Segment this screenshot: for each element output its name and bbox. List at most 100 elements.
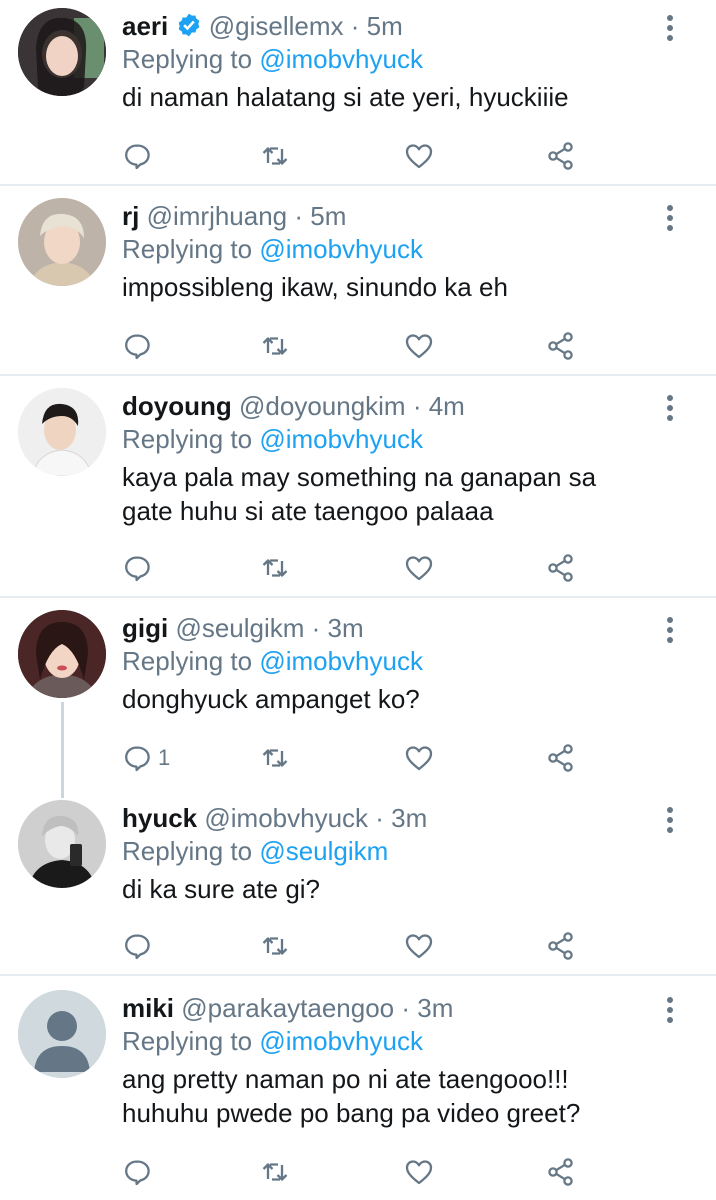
heart-icon	[405, 746, 433, 771]
tweet-text: impossibleng ikaw, sinundo ka eh	[122, 272, 508, 302]
user-handle[interactable]: @imobvhyuck	[204, 803, 368, 833]
heart-icon	[405, 144, 433, 169]
share-button[interactable]	[546, 328, 576, 364]
display-name[interactable]: gigi	[122, 613, 168, 643]
reply-button[interactable]	[122, 328, 158, 364]
tweet-text: gate huhu si ate taengoo palaaa	[122, 496, 494, 526]
user-handle[interactable]: @parakaytaengoo	[181, 993, 394, 1023]
tweet-text: di ka sure ate gi?	[122, 874, 321, 904]
avatar[interactable]	[18, 610, 106, 698]
reply-count: 1	[158, 745, 171, 770]
share-button[interactable]	[546, 550, 576, 586]
share-icon	[548, 142, 573, 170]
avatar[interactable]	[18, 198, 106, 286]
reply-button[interactable]: 1	[122, 740, 170, 776]
mention-link[interactable]: @imobvhyuck	[259, 646, 423, 676]
retweet-icon	[262, 749, 288, 767]
more-vertical-icon[interactable]	[660, 996, 680, 1024]
mention-link[interactable]: @imobvhyuck	[259, 1026, 423, 1056]
more-vertical-icon[interactable]	[660, 394, 680, 422]
like-button[interactable]	[404, 328, 434, 364]
tweet-text: donghyuck ampanget ko?	[122, 684, 420, 714]
tweet-item[interactable]: miki @parakaytaengoo · 3m Replying to @i…	[0, 976, 716, 1200]
retweet-button[interactable]	[260, 1154, 290, 1190]
reply-icon	[125, 746, 150, 772]
retweet-button[interactable]	[260, 740, 290, 776]
reply-button[interactable]	[122, 138, 158, 174]
more-vertical-icon[interactable]	[660, 204, 680, 232]
tweet-text: di naman halatang si ate yeri, hyuckiiie	[122, 82, 569, 112]
user-handle[interactable]: @imrjhuang	[147, 201, 288, 231]
heart-icon	[405, 334, 433, 359]
retweet-button[interactable]	[260, 550, 290, 586]
share-button[interactable]	[546, 740, 576, 776]
tweet-item[interactable]: doyoung @doyoungkim · 4m Replying to @im…	[0, 376, 716, 596]
share-button[interactable]	[546, 138, 576, 174]
timestamp[interactable]: · 5m	[351, 11, 403, 41]
share-icon	[548, 554, 573, 582]
like-button[interactable]	[404, 550, 434, 586]
retweet-button[interactable]	[260, 138, 290, 174]
tweet-item[interactable]: rj @imrjhuang · 5m Replying to @imobvhyu…	[0, 186, 716, 374]
default-avatar-icon	[18, 990, 106, 1078]
share-button[interactable]	[546, 928, 576, 964]
timestamp[interactable]: · 3m	[312, 613, 364, 643]
display-name[interactable]: miki	[122, 993, 174, 1023]
reply-icon	[125, 934, 150, 960]
tweet-item[interactable]: hyuck @imobvhyuck · 3m Replying to @seul…	[0, 788, 716, 974]
retweet-button[interactable]	[260, 928, 290, 964]
avatar[interactable]	[18, 8, 106, 96]
reply-icon	[125, 1160, 150, 1186]
mention-link[interactable]: @imobvhyuck	[259, 44, 423, 74]
avatar[interactable]	[18, 990, 106, 1078]
user-handle[interactable]: @gisellemx	[209, 11, 344, 41]
reply-button[interactable]	[122, 1154, 158, 1190]
replying-to-label: Replying to	[122, 1026, 253, 1056]
retweet-icon	[262, 1163, 288, 1181]
verified-badge-icon	[178, 13, 199, 37]
more-vertical-icon[interactable]	[660, 616, 680, 644]
tweet-text: huhuhu pwede po bang pa video greet?	[122, 1098, 581, 1128]
like-button[interactable]	[404, 740, 434, 776]
reply-button[interactable]	[122, 550, 158, 586]
heart-icon	[405, 934, 433, 959]
avatar[interactable]	[18, 800, 106, 888]
display-name[interactable]: aeri	[122, 11, 168, 41]
timestamp[interactable]: · 3m	[375, 803, 427, 833]
avatar[interactable]	[18, 388, 106, 476]
mention-link[interactable]: @imobvhyuck	[259, 424, 423, 454]
timestamp[interactable]: · 4m	[413, 391, 465, 421]
mention-link[interactable]: @imobvhyuck	[259, 234, 423, 264]
share-icon	[548, 332, 573, 360]
tweet-item[interactable]: aeri @gisellemx · 5m Replying to @imobvh…	[0, 0, 716, 184]
share-button[interactable]	[546, 1154, 576, 1190]
timestamp[interactable]: · 5m	[294, 201, 346, 231]
retweet-icon	[262, 937, 288, 955]
display-name[interactable]: hyuck	[122, 803, 197, 833]
user-handle[interactable]: @seulgikm	[175, 613, 304, 643]
more-vertical-icon[interactable]	[660, 806, 680, 834]
retweet-icon	[262, 147, 288, 165]
heart-icon	[405, 1160, 433, 1185]
tweet-text: kaya pala may something na ganapan sa	[122, 462, 597, 492]
retweet-icon	[262, 337, 288, 355]
display-name[interactable]: doyoung	[122, 391, 232, 421]
display-name[interactable]: rj	[122, 201, 139, 231]
more-vertical-icon[interactable]	[660, 14, 680, 42]
reply-icon	[125, 144, 150, 170]
reply-icon	[125, 334, 150, 360]
tweet-text: ang pretty naman po ni ate taengooo!!!	[122, 1064, 569, 1094]
like-button[interactable]	[404, 928, 434, 964]
replying-to-label: Replying to	[122, 44, 253, 74]
reply-button[interactable]	[122, 928, 158, 964]
user-handle[interactable]: @doyoungkim	[239, 391, 406, 421]
tweet-item[interactable]: gigi @seulgikm · 3m Replying to @imobvhy…	[0, 598, 716, 788]
replying-to-label: Replying to	[122, 646, 253, 676]
retweet-button[interactable]	[260, 328, 290, 364]
like-button[interactable]	[404, 1154, 434, 1190]
mention-link[interactable]: @seulgikm	[259, 836, 388, 866]
share-icon	[548, 932, 573, 960]
like-button[interactable]	[404, 138, 434, 174]
timestamp[interactable]: · 3m	[401, 993, 453, 1023]
replying-to-label: Replying to	[122, 234, 253, 264]
